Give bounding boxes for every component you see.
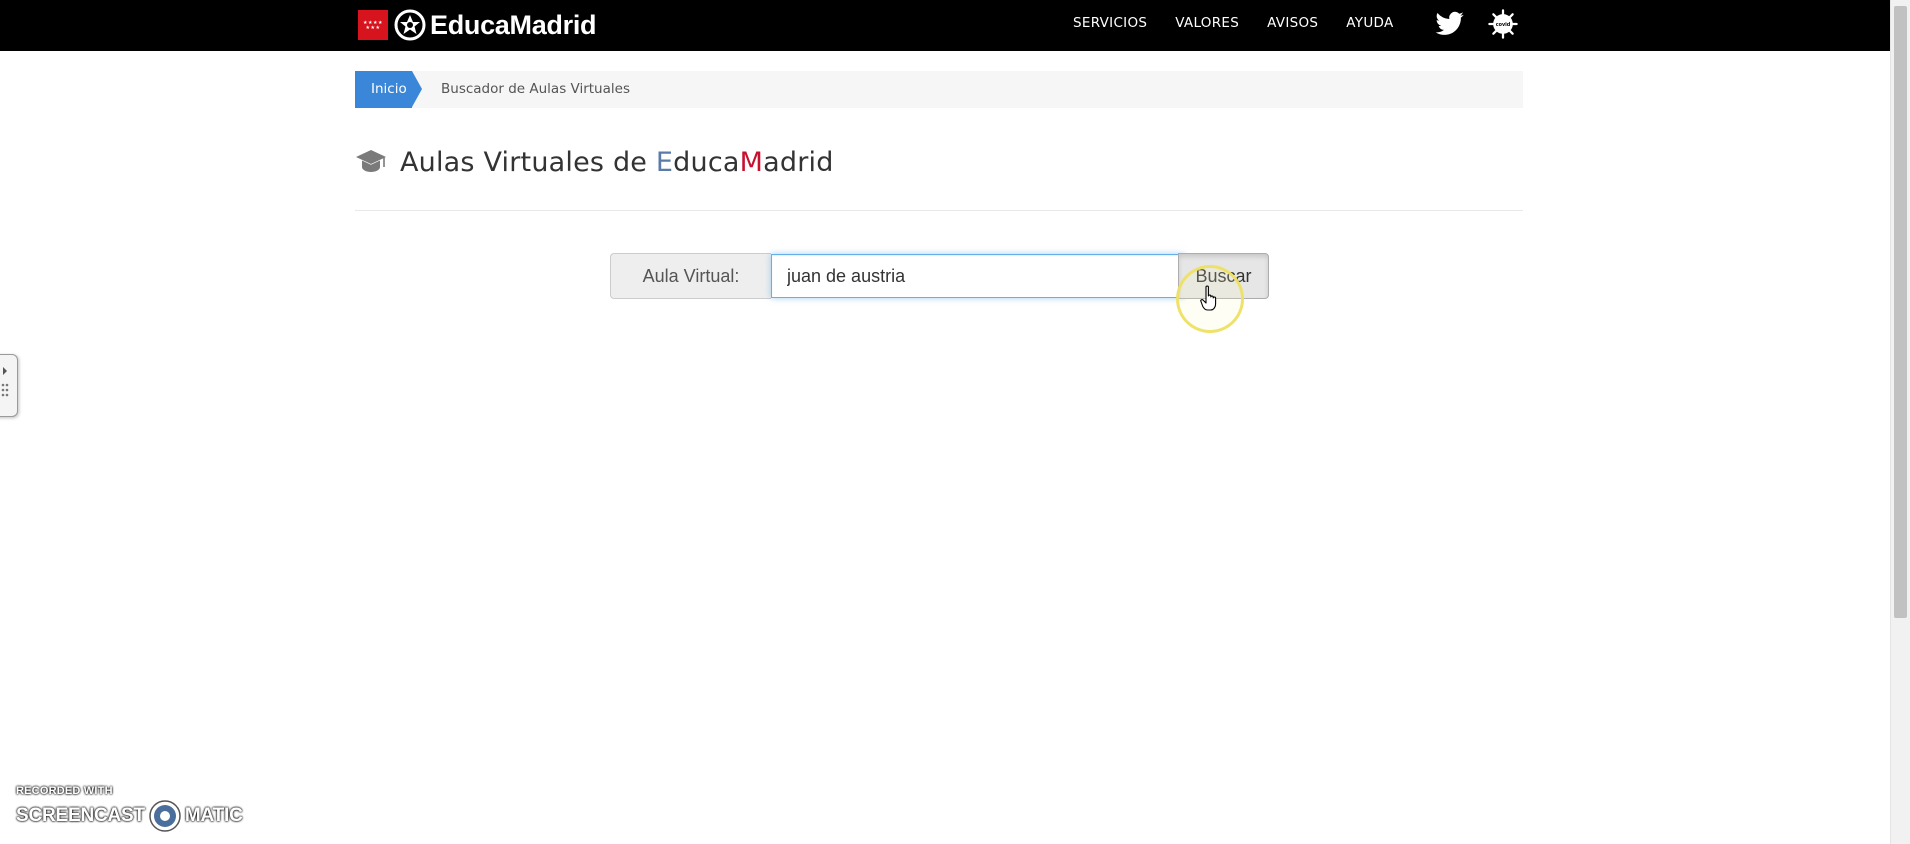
scrollbar-thumb[interactable] bbox=[1894, 6, 1907, 618]
breadcrumb-home-link[interactable]: Inicio bbox=[355, 71, 412, 108]
search-button[interactable]: Buscar bbox=[1178, 253, 1269, 299]
educamadrid-logo-icon bbox=[394, 9, 426, 41]
side-panel-handle[interactable] bbox=[0, 354, 18, 417]
brand-logo[interactable]: ★★★★ ★★★ EducaMadrid bbox=[358, 8, 597, 42]
title-adrid: adrid bbox=[763, 146, 834, 178]
breadcrumb-arrow bbox=[412, 71, 422, 107]
brand-name: EducaMadrid bbox=[430, 9, 597, 40]
search-form: Aula Virtual: Buscar bbox=[610, 253, 1269, 299]
nav-valores[interactable]: VALORES bbox=[1175, 15, 1239, 31]
watermark-line2: SCREENCAST MATIC bbox=[16, 799, 246, 833]
vertical-scrollbar[interactable] bbox=[1890, 0, 1910, 844]
handle-grip-icon bbox=[1, 367, 9, 397]
nav-servicios[interactable]: SERVICIOS bbox=[1073, 15, 1147, 31]
nav-ayuda[interactable]: AYUDA bbox=[1346, 15, 1393, 31]
title-divider bbox=[355, 210, 1523, 211]
page-header: Aulas Virtuales de EducaMadrid bbox=[355, 142, 834, 182]
covid-icon[interactable]: covid bbox=[1488, 9, 1518, 39]
page-title: Aulas Virtuales de EducaMadrid bbox=[400, 147, 834, 178]
search-label: Aula Virtual: bbox=[610, 253, 771, 299]
title-prefix: Aulas Virtuales de bbox=[400, 146, 656, 178]
search-input[interactable] bbox=[771, 254, 1184, 298]
nav-avisos[interactable]: AVISOS bbox=[1267, 15, 1318, 31]
twitter-icon[interactable] bbox=[1435, 9, 1465, 39]
screencast-logo-icon bbox=[149, 800, 181, 832]
watermark-line1: RECORDED WITH bbox=[16, 785, 113, 797]
graduation-cap-icon bbox=[356, 150, 386, 172]
watermark-matic: MATIC bbox=[184, 805, 243, 826]
title-m: M bbox=[739, 146, 764, 178]
main-nav: SERVICIOS VALORES AVISOS AYUDA bbox=[1073, 0, 1422, 46]
breadcrumb: Inicio Buscador de Aulas Virtuales bbox=[355, 71, 1523, 108]
svg-text:covid: covid bbox=[1496, 22, 1511, 28]
screencast-o-matic-watermark: RECORDED WITH SCREENCAST MATIC bbox=[16, 785, 246, 835]
madrid-flag-icon: ★★★★ ★★★ bbox=[358, 10, 388, 40]
watermark-screencast: SCREENCAST bbox=[16, 805, 145, 826]
title-duca: duca bbox=[673, 146, 740, 178]
breadcrumb-current: Buscador de Aulas Virtuales bbox=[441, 81, 630, 97]
top-navbar: ★★★★ ★★★ EducaMadrid SERVICIOS VALORES AV… bbox=[0, 0, 1890, 51]
title-e: E bbox=[655, 146, 674, 178]
